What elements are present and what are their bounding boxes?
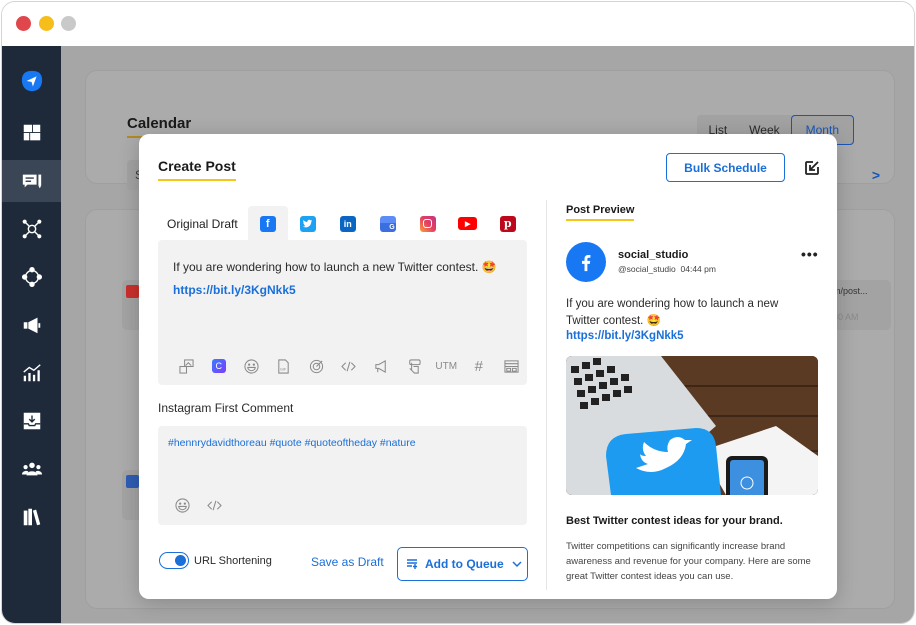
sidebar-item-campaigns[interactable] [2,304,61,346]
megaphone-icon [23,317,40,334]
twitter-icon [299,215,316,232]
sidebar-item-inbox[interactable] [2,400,61,442]
comment-toolbar [166,496,231,514]
team-icon [21,462,42,476]
youtube-icon [126,285,139,298]
youtube-icon: ▶ [458,217,478,230]
editor-toolbar: C GIF UTM # [170,357,528,375]
tab-instagram[interactable] [408,206,448,241]
inbox-icon [23,412,40,430]
preview-handle: @social_studio [618,264,676,274]
gif-icon[interactable]: GIF [268,357,301,375]
preview-text: If you are wondering how to launch a new… [566,298,779,327]
utm-button[interactable]: UTM [430,357,463,375]
sidebar-logo[interactable] [2,60,61,102]
post-text[interactable]: If you are wondering how to launch a new… [173,260,497,274]
next-arrow-icon[interactable]: > [872,167,880,183]
emoji-icon[interactable] [166,496,199,514]
tab-google-business[interactable]: G [368,206,408,241]
preview-link[interactable]: https://bit.ly/3KgNkk5 [566,330,684,342]
sidebar-item-dashboard[interactable] [2,112,61,154]
instagram-icon [419,215,436,232]
media-icon[interactable] [170,357,203,375]
add-to-queue-label: Add to Queue [425,557,504,571]
facebook-icon: f [259,215,276,232]
post-editor[interactable]: If you are wondering how to launch a new… [158,240,527,385]
more-options-icon[interactable]: ••• [801,246,819,262]
facebook-avatar-icon [566,242,606,282]
megaphone-icon[interactable] [365,357,398,375]
url-shortening-toggle[interactable] [159,552,189,569]
sidebar [2,46,61,623]
linkedin-icon: in [339,215,356,232]
instagram-comment-value[interactable]: #hennrydavidthoreau #quote #quoteoftheda… [168,437,416,449]
minimize-window-button[interactable] [39,16,54,31]
facebook-icon [126,475,139,488]
tab-twitter[interactable] [288,206,328,241]
tab-pinterest[interactable]: p [488,206,528,241]
pinterest-icon: p [499,215,516,232]
preview-time: 04:44 pm [680,264,716,274]
canva-icon[interactable]: C [203,357,236,375]
post-preview-title: Post Preview [566,204,635,221]
post-link[interactable]: https://bit.ly/3KgNkk5 [173,283,296,297]
panel-divider [546,200,547,590]
create-post-modal: Create Post Bulk Schedule Original Draft… [139,134,837,599]
sidebar-item-posts[interactable] [2,160,61,202]
analytics-icon [22,364,41,382]
send-icon [21,70,42,92]
queue-icon [407,559,417,569]
preview-handle-time: @social_studio 04:44 pm [618,264,716,274]
event-label: m/post... [833,286,868,296]
add-to-queue-button[interactable]: Add to Queue [397,547,528,581]
modal-title: Create Post [158,158,236,181]
hashtag-icon[interactable]: # [463,357,496,375]
google-business-icon: G [379,215,396,232]
sidebar-item-workflow[interactable] [2,256,61,298]
tab-original-draft[interactable]: Original Draft [158,217,248,231]
library-icon [23,508,40,526]
save-draft-link[interactable]: Save as Draft [311,555,384,569]
code-icon[interactable] [333,357,366,375]
toggle-knob [175,555,186,566]
close-window-button[interactable] [16,16,31,31]
calendar-event-chip[interactable]: m/post... 30 AM [831,280,891,330]
sidebar-item-analytics[interactable] [2,352,61,394]
platform-tabs: Original Draft f in G ▶ p [158,206,528,241]
tab-facebook[interactable]: f [247,206,288,241]
chevron-down-icon[interactable] [512,559,522,569]
zoom-window-button[interactable] [61,16,76,31]
instagram-comment-label: Instagram First Comment [158,401,294,415]
target-icon[interactable] [300,357,333,375]
hand-pointer-icon[interactable] [398,357,431,375]
tab-linkedin[interactable]: in [328,206,368,241]
template-icon[interactable] [495,357,528,375]
dashboard-icon [23,124,40,141]
network-icon [22,219,41,239]
instagram-comment-field[interactable]: #hennrydavidthoreau #quote #quoteoftheda… [158,426,527,525]
svg-text:GIF: GIF [280,367,287,371]
url-shortening-label: URL Shortening [194,555,272,567]
emoji-icon[interactable] [235,357,268,375]
tab-youtube[interactable]: ▶ [448,206,488,241]
app-window: Calendar List Week Month Search > youtub… [1,1,915,624]
title-bar [2,2,914,46]
preview-image [566,356,818,495]
minimize-modal-icon[interactable] [804,160,820,176]
compose-icon [22,174,41,189]
sidebar-item-network[interactable] [2,208,61,250]
preview-headline: Best Twitter contest ideas for your bran… [566,515,783,527]
sidebar-item-library[interactable] [2,496,61,538]
code-icon[interactable] [199,496,232,514]
bulk-schedule-button[interactable]: Bulk Schedule [666,153,785,182]
workflow-icon [21,266,42,288]
sidebar-item-team[interactable] [2,448,61,490]
preview-description: Twitter competitions can significantly i… [566,541,811,582]
preview-account-name: social_studio [618,249,689,261]
